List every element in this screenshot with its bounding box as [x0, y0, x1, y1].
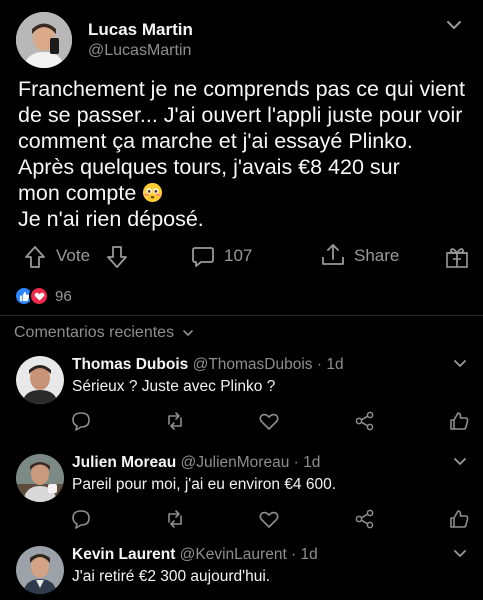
thumbs-up-icon[interactable] — [448, 410, 470, 432]
chevron-down-icon[interactable] — [443, 14, 465, 36]
comment-header: Kevin Laurent @KevinLaurent · 1d — [72, 546, 318, 564]
comment-icon[interactable] — [190, 244, 216, 270]
comment-actions — [0, 508, 483, 532]
post-body: Franchement je ne comprends pas ce qui v… — [18, 76, 478, 232]
share-icon[interactable] — [320, 242, 346, 268]
comment-author-name[interactable]: Kevin Laurent — [72, 546, 175, 563]
author-handle[interactable]: @LucasMartin — [88, 42, 191, 60]
chevron-down-icon[interactable] — [451, 452, 469, 470]
comment-icon[interactable] — [70, 508, 92, 530]
post-body-line: mon compte — [18, 180, 478, 206]
avatar[interactable] — [16, 356, 64, 404]
post-body-text: mon compte — [18, 181, 137, 205]
post-body-line: comment ça marche et j'ai essayé Plinko. — [18, 129, 413, 153]
comment-actions — [0, 410, 483, 434]
flushed-face-emoji — [142, 182, 163, 203]
post-body-line: Après quelques tours, j'avais €8 420 sur — [18, 155, 400, 179]
post-body-line: Franchement je ne comprends pas ce qui v… — [18, 77, 465, 101]
chevron-down-icon[interactable] — [451, 544, 469, 562]
chevron-down-icon — [183, 330, 193, 336]
comment-count[interactable]: 107 — [224, 246, 252, 266]
post-header: Lucas Martin @LucasMartin — [16, 12, 467, 72]
comment-text: Sérieux ? Juste avec Plinko ? — [72, 378, 276, 395]
arrow-up-icon[interactable] — [22, 244, 48, 270]
gift-icon[interactable] — [444, 244, 470, 270]
comments-sort-dropdown[interactable]: Comentarios recientes — [14, 324, 194, 342]
comment-text: Pareil pour moi, j'ai eu environ €4 600. — [72, 476, 337, 493]
vote-button[interactable]: Vote — [56, 246, 90, 266]
comment-header: Thomas Dubois @ThomasDubois · 1d — [72, 356, 344, 374]
arrow-down-icon[interactable] — [104, 244, 130, 270]
heart-icon — [29, 286, 49, 306]
comment-icon[interactable] — [70, 410, 92, 432]
post-body-line: de se passer... J'ai ouvert l'appli just… — [18, 103, 463, 127]
avatar[interactable] — [16, 546, 64, 594]
comment-header: Julien Moreau @JulienMoreau · 1d — [72, 454, 320, 472]
reaction-count: 96 — [55, 287, 72, 305]
author-name[interactable]: Lucas Martin — [88, 20, 193, 40]
comment-author-handle[interactable]: @KevinLaurent · 1d — [180, 546, 318, 563]
heart-icon[interactable] — [258, 410, 280, 432]
comment-author-name[interactable]: Thomas Dubois — [72, 356, 188, 373]
divider — [0, 315, 483, 316]
avatar[interactable] — [16, 12, 72, 68]
retweet-icon[interactable] — [164, 410, 186, 432]
avatar[interactable] — [16, 454, 64, 502]
comment-text: J'ai retiré €2 300 aujourd'hui. — [72, 568, 271, 585]
comment-author-handle[interactable]: @JulienMoreau · 1d — [181, 454, 321, 471]
post-body-line: Je n'ai rien déposé. — [18, 207, 204, 231]
share-button[interactable]: Share — [354, 246, 399, 266]
heart-icon[interactable] — [258, 508, 280, 530]
retweet-icon[interactable] — [164, 508, 186, 530]
network-share-icon[interactable] — [354, 508, 376, 530]
thumbs-up-icon[interactable] — [448, 508, 470, 530]
chevron-down-icon[interactable] — [451, 354, 469, 372]
reactions-summary[interactable]: 96 — [14, 286, 72, 306]
sort-label: Comentarios recientes — [14, 324, 175, 341]
comment-author-name[interactable]: Julien Moreau — [72, 454, 176, 471]
network-share-icon[interactable] — [354, 410, 376, 432]
comment-author-handle[interactable]: @ThomasDubois · 1d — [193, 356, 344, 373]
